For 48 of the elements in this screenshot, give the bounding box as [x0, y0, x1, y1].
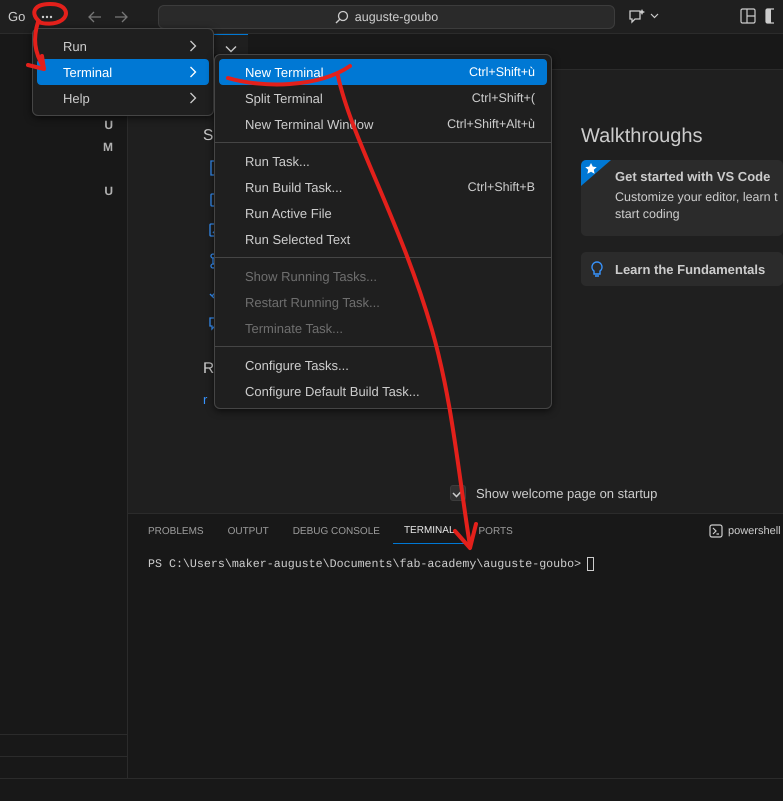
walkthrough-card[interactable]: Get started with VS Code Customize your editor, learn t start coding — [581, 160, 783, 236]
menu-item[interactable]: Run — [37, 33, 209, 59]
menu-item[interactable]: New Terminal Ctrl+Shift+ù — [219, 59, 547, 85]
menu-item[interactable]: Run Selected Text — [219, 226, 547, 252]
search-field[interactable]: auguste-goubo — [158, 5, 615, 29]
menu-item[interactable]: Configure Default Build Task... — [219, 378, 547, 404]
terminal-prompt: PS C:\Users\maker-auguste\Documents\fab-academy\auguste-goubo> — [148, 558, 582, 570]
menu-item[interactable]: Split Terminal Ctrl+Shift+( — [219, 85, 547, 111]
sidebar-toggle-icon[interactable] — [765, 8, 774, 24]
chevron-right-icon — [189, 40, 197, 52]
section-heading: R — [203, 359, 214, 379]
caret-icon[interactable] — [650, 13, 659, 19]
menu-item[interactable]: Terminal — [37, 59, 209, 85]
panel-tab[interactable]: PROBLEMS — [148, 518, 215, 544]
search-icon — [334, 10, 349, 24]
more-icon — [41, 14, 54, 18]
back-button[interactable] — [87, 8, 104, 24]
editor-tab[interactable] — [214, 34, 248, 54]
panel-tab[interactable]: OUTPUT — [216, 518, 280, 544]
panel-tab[interactable]: DEBUG CONSOLE — [282, 518, 391, 544]
walkthrough-card[interactable]: Learn the Fundamentals — [581, 252, 783, 286]
walkthroughs-heading: Walkthroughs — [581, 124, 703, 149]
recent-link[interactable]: r — [203, 392, 208, 407]
lightbulb-icon — [590, 261, 604, 278]
shell-name[interactable]: powershell — [728, 525, 781, 537]
menu-item[interactable]: Run Task... — [219, 148, 547, 174]
menu-item[interactable]: Configure Tasks... — [219, 352, 547, 378]
section-heading: S — [203, 126, 214, 146]
back-arrow-icon — [87, 8, 104, 24]
git-status-letter: U — [104, 184, 113, 198]
panel-tab[interactable]: TERMINAL — [392, 518, 466, 544]
menu-item[interactable]: Run Build Task... Ctrl+Shift+B — [219, 174, 547, 200]
git-status-letter: U — [104, 118, 113, 132]
git-status-letter: M — [103, 140, 113, 154]
panel-tab[interactable]: PORTS — [468, 518, 524, 544]
layout-icon[interactable] — [740, 8, 756, 24]
chevron-right-icon — [189, 92, 197, 104]
menu-item[interactable]: Help — [37, 85, 209, 111]
forward-button[interactable] — [113, 8, 130, 24]
chevron-right-icon — [189, 66, 197, 78]
star-icon — [581, 160, 611, 186]
chevron-icon — [225, 45, 237, 53]
checkbox-label: Show welcome page on startup — [476, 486, 658, 500]
terminal-cursor — [587, 557, 594, 571]
forward-arrow-icon — [113, 8, 130, 24]
menu-item[interactable]: Run Active File — [219, 200, 547, 226]
terminal-icon — [709, 524, 723, 538]
menu-item[interactable]: Go — [8, 9, 26, 24]
